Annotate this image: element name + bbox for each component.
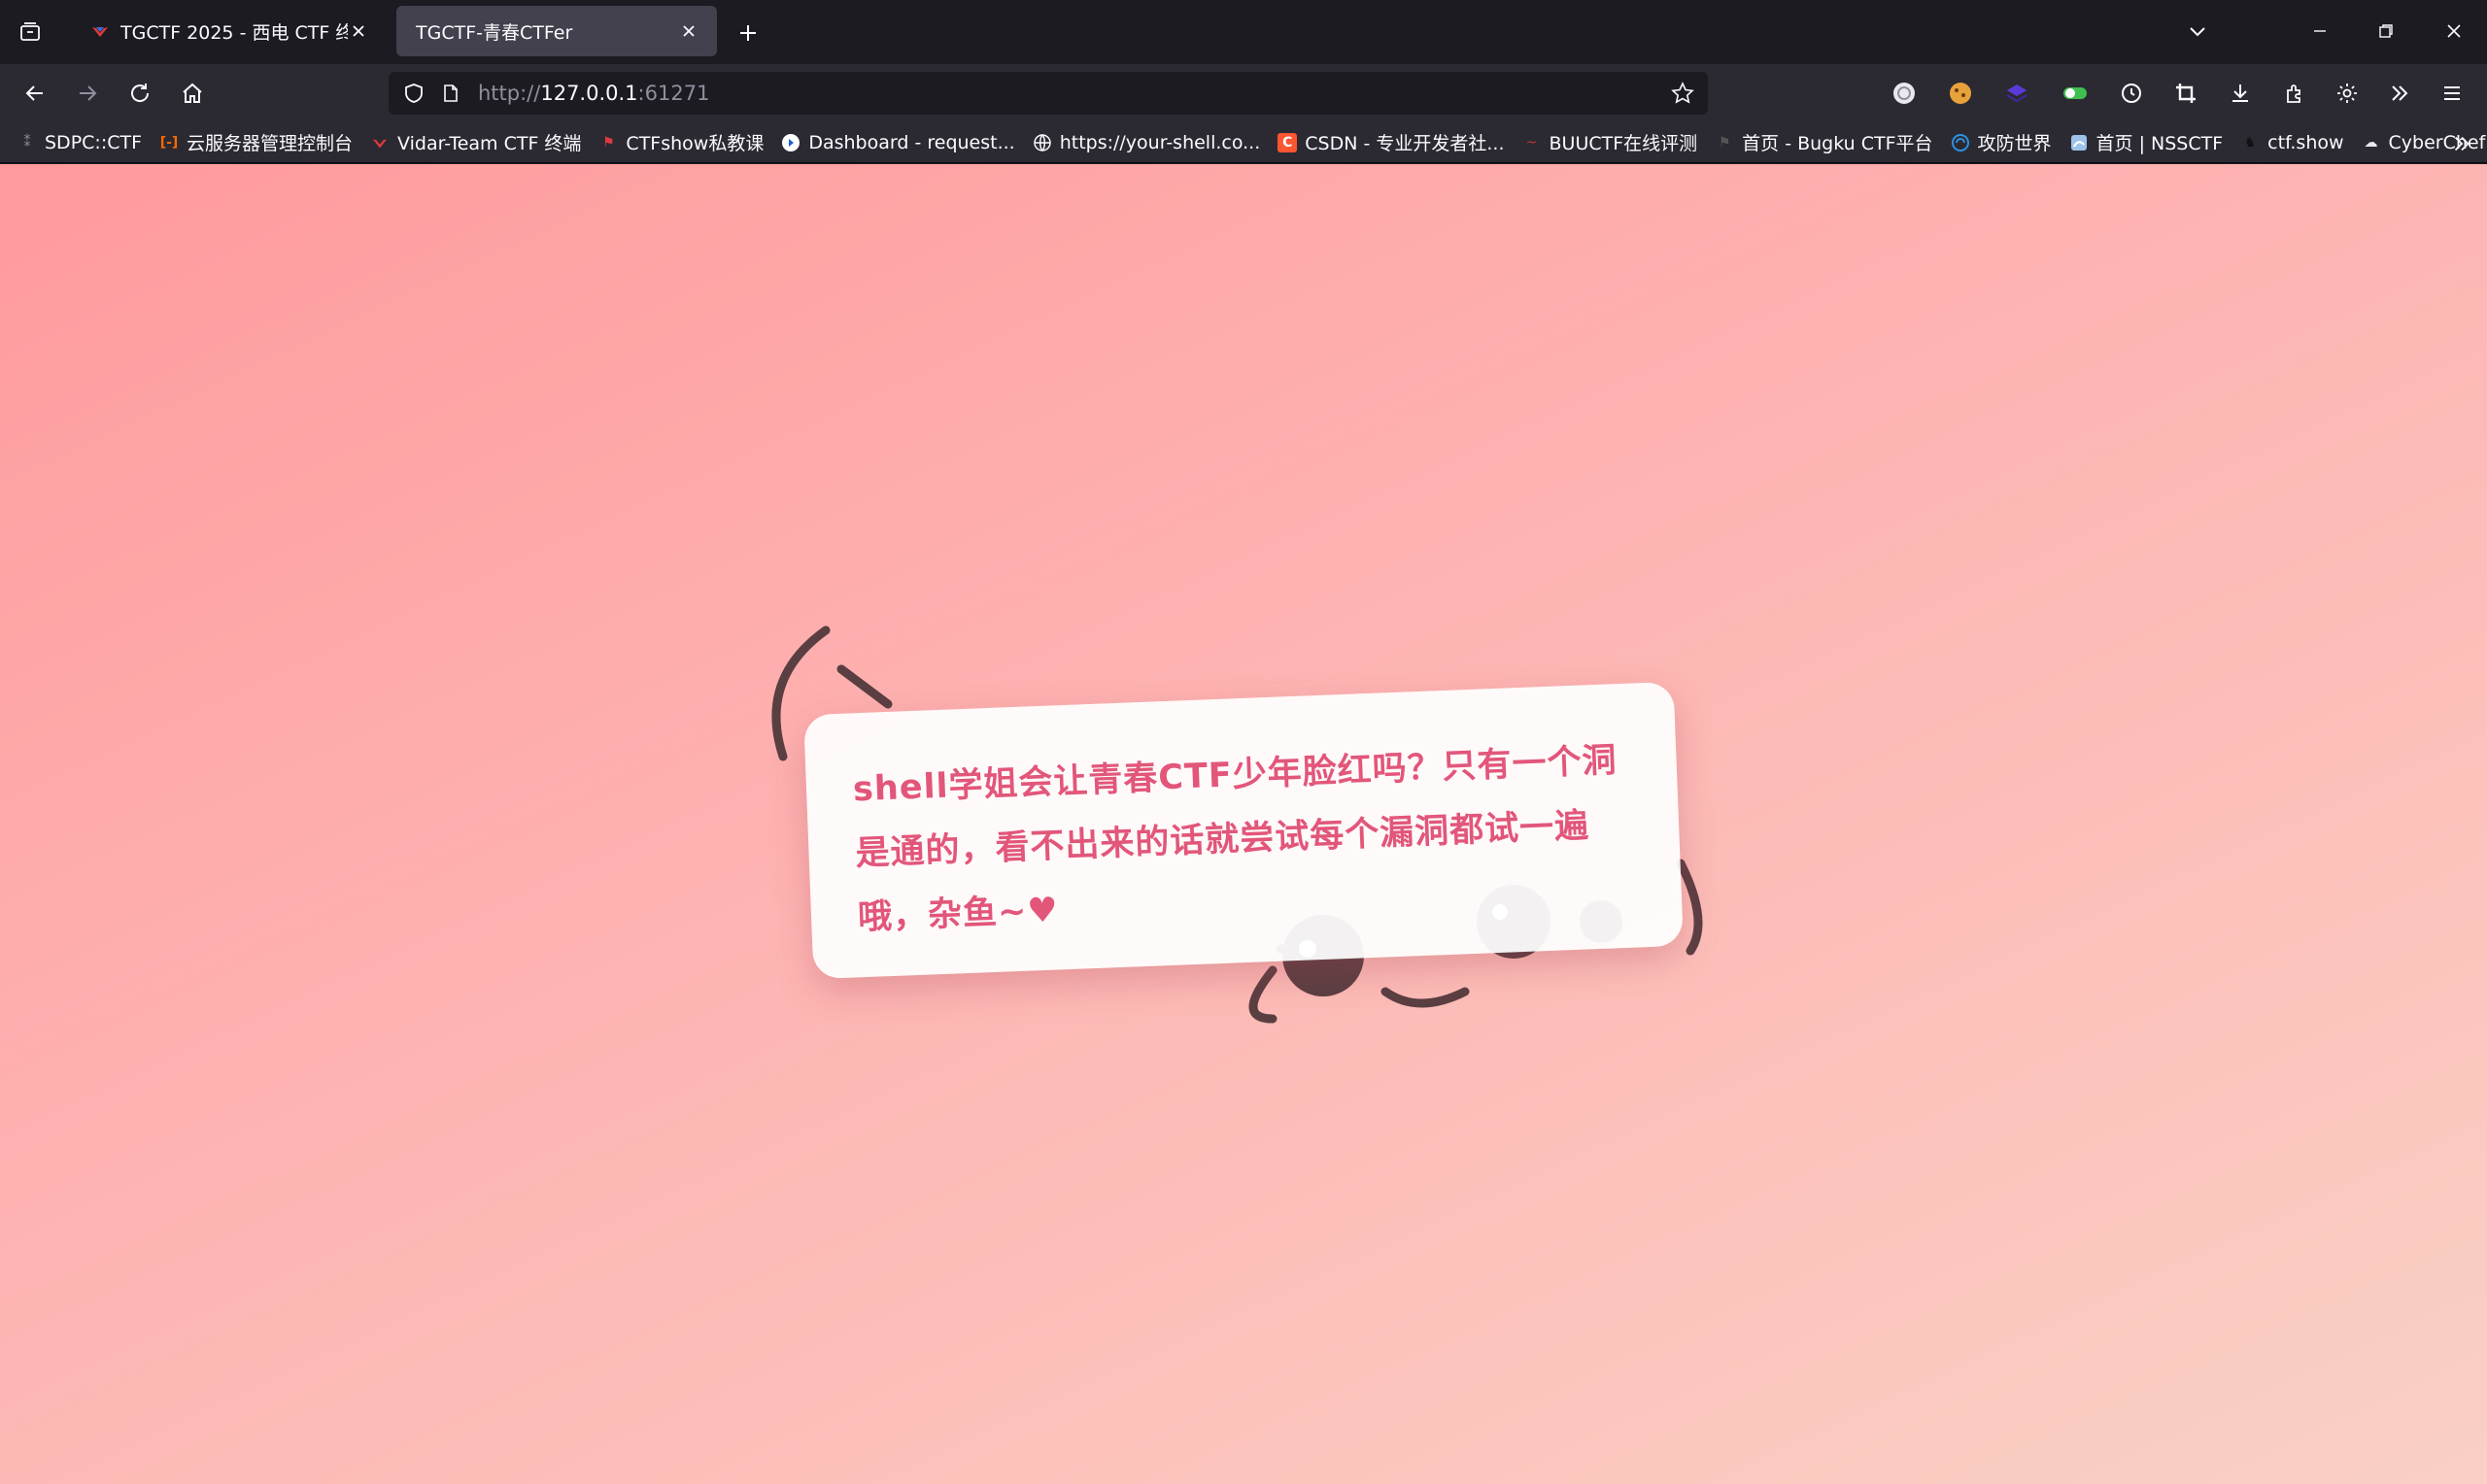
extension-layers-icon[interactable] bbox=[1997, 74, 2036, 113]
card-message: shell学姐会让青春CTF少年脸红吗？只有一个洞是通的，看不出来的话就尝试每个… bbox=[852, 741, 1618, 938]
minimize-icon[interactable] bbox=[2302, 14, 2337, 49]
tab-title: TGCTF-青春CTFer bbox=[416, 21, 573, 44]
bookmark-label: Dashboard - request... bbox=[808, 131, 1015, 153]
extensions-puzzle-icon[interactable] bbox=[2275, 74, 2314, 113]
nssctf-icon bbox=[2069, 133, 2089, 152]
play-icon bbox=[781, 133, 801, 152]
vidar-icon bbox=[89, 20, 111, 42]
reload-icon[interactable] bbox=[120, 74, 159, 113]
bookmark-label: 攻防世界 bbox=[1977, 133, 2052, 154]
bookmark-your-shell[interactable]: https://your-shell.co... bbox=[1033, 131, 1261, 153]
adworld-icon bbox=[1951, 133, 1970, 152]
bookmark-bugku[interactable]: ⚑ 首页 - Bugku CTF平台 bbox=[1715, 129, 1933, 155]
bookmark-nssctf[interactable]: 首页 | NSSCTF bbox=[2069, 129, 2224, 155]
bookmark-buuctf[interactable]: ~ BUUCTF在线评测 bbox=[1522, 129, 1698, 155]
buuctf-icon: ~ bbox=[1525, 134, 1538, 151]
bookmark-ctfshow[interactable]: ⚑ CTFshow私教课 bbox=[598, 129, 764, 155]
left-brow bbox=[836, 664, 893, 709]
history-clock-icon[interactable] bbox=[2112, 74, 2151, 113]
message-card: shell学姐会让青春CTF少年脸红吗？只有一个洞是通的，看不出来的话就尝试每个… bbox=[803, 681, 1684, 980]
tab-tgctf-terminal[interactable]: TGCTF 2025 - 西电 CTF 终端 bbox=[70, 6, 387, 56]
url-text[interactable]: http://127.0.0.1:61271 bbox=[478, 72, 709, 115]
bookmark-vidar[interactable]: Vidar-Team CTF 终端 bbox=[370, 129, 581, 155]
chef-icon: ☁ bbox=[2364, 134, 2378, 151]
bookmark-label: CSDN - 专业开发者社... bbox=[1305, 133, 1505, 154]
tab-overview-icon[interactable] bbox=[14, 16, 47, 49]
page-info-icon[interactable] bbox=[435, 78, 466, 109]
url-port: :61271 bbox=[637, 82, 710, 105]
ctfshow-icon: ⚑ bbox=[602, 134, 615, 151]
extension-globe-icon[interactable] bbox=[1885, 74, 1924, 113]
bookmark-label: ctf.show bbox=[2267, 131, 2344, 153]
aliyun-icon: [-] bbox=[159, 134, 179, 151]
screenshot-crop-icon[interactable] bbox=[2166, 74, 2205, 113]
bookmark-label: CTFshow私教课 bbox=[626, 133, 765, 154]
bookmark-label: https://your-shell.co... bbox=[1059, 131, 1261, 153]
bookmark-label: 云服务器管理控制台 bbox=[187, 133, 354, 154]
bookmark-csdn[interactable]: C CSDN - 专业开发者社... bbox=[1278, 129, 1505, 155]
close-window-icon[interactable] bbox=[2436, 14, 2471, 49]
tab-title: TGCTF 2025 - 西电 CTF 终端 bbox=[120, 21, 348, 44]
bugku-icon: ⚑ bbox=[1718, 134, 1731, 151]
url-bar[interactable]: http://127.0.0.1:61271 bbox=[389, 72, 1708, 115]
bookmark-star-icon[interactable] bbox=[1667, 78, 1698, 109]
csdn-icon: C bbox=[1278, 132, 1298, 152]
new-tab-plus-icon[interactable] bbox=[731, 16, 766, 51]
bookmark-ctfshow-site[interactable]: ♞ ctf.show bbox=[2240, 131, 2344, 153]
bookmark-label: BUUCTF在线评测 bbox=[1549, 133, 1698, 154]
bookmarks-bar: ⁑ SDPC::CTF [-] 云服务器管理控制台 Vidar-Team CTF… bbox=[0, 122, 2487, 163]
bookmark-label: SDPC::CTF bbox=[45, 131, 143, 153]
sdpc-icon: ⁑ bbox=[23, 134, 31, 151]
extension-toggle-icon[interactable] bbox=[2056, 74, 2095, 113]
home-icon[interactable] bbox=[173, 74, 212, 113]
back-arrow-icon[interactable] bbox=[16, 74, 54, 113]
close-icon[interactable] bbox=[678, 20, 699, 42]
bookmarks-overflow-chevrons-icon[interactable] bbox=[2448, 130, 2475, 157]
forward-arrow-icon[interactable] bbox=[68, 74, 107, 113]
bookmark-label: Vidar-Team CTF 终端 bbox=[397, 133, 582, 154]
ctfshow-ninja-icon: ♞ bbox=[2243, 134, 2257, 151]
url-prefix: http:// bbox=[478, 82, 541, 105]
mouth bbox=[1380, 987, 1470, 1008]
download-icon[interactable] bbox=[2221, 74, 2260, 113]
lower-left-paren bbox=[1248, 965, 1278, 1024]
shield-icon[interactable] bbox=[398, 78, 429, 109]
tab-tgctf-youth[interactable]: TGCTF-青春CTFer bbox=[396, 6, 717, 56]
bookmark-aliyun[interactable]: [-] 云服务器管理控制台 bbox=[159, 129, 353, 155]
page-content: shell学姐会让青春CTF少年脸红吗？只有一个洞是通的，看不出来的话就尝试每个… bbox=[0, 164, 2487, 1484]
overflow-chevrons-icon[interactable] bbox=[2380, 74, 2419, 113]
tab-bar: TGCTF 2025 - 西电 CTF 终端 TGCTF-青春CTFer bbox=[0, 0, 2487, 64]
bookmark-dashboard[interactable]: Dashboard - request... bbox=[781, 131, 1015, 153]
bookmark-sdpc[interactable]: ⁑ SDPC::CTF bbox=[17, 131, 143, 153]
right-paren bbox=[1676, 859, 1703, 956]
bookmark-label: 首页 - Bugku CTF平台 bbox=[1742, 133, 1933, 154]
list-tabs-chevron-down-icon[interactable] bbox=[2180, 14, 2215, 49]
bookmark-adworld[interactable]: 攻防世界 bbox=[1951, 129, 2052, 155]
hamburger-menu-icon[interactable] bbox=[2433, 74, 2471, 113]
url-host: 127.0.0.1 bbox=[540, 82, 638, 105]
nav-bar: http://127.0.0.1:61271 bbox=[0, 64, 2487, 122]
restore-icon[interactable] bbox=[2368, 14, 2403, 49]
vidar-icon bbox=[370, 133, 390, 152]
extension-cookie-icon[interactable] bbox=[1941, 74, 1980, 113]
settings-gear-icon[interactable] bbox=[2328, 74, 2367, 113]
bookmark-label: 首页 | NSSCTF bbox=[2095, 133, 2224, 154]
close-icon[interactable] bbox=[348, 20, 369, 42]
globe-icon bbox=[1033, 133, 1052, 152]
